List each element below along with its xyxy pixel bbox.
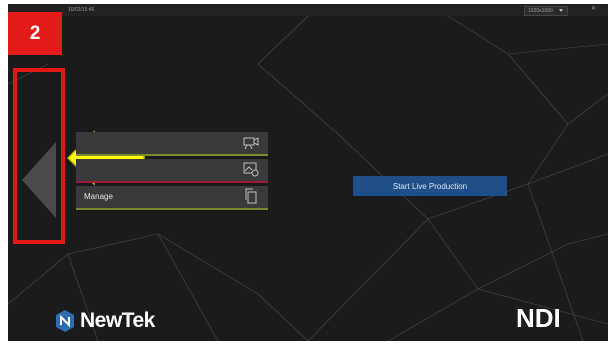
menu-item-image-settings[interactable] <box>76 159 268 183</box>
newtek-logo: NewTek <box>55 309 155 333</box>
ndi-logo: NDI <box>516 303 561 333</box>
newtek-wordmark: NewTek <box>80 309 155 332</box>
menu-item-label: Manage <box>84 192 113 201</box>
close-icon[interactable]: ✕ <box>591 5 596 12</box>
chevron-down-icon <box>559 9 563 12</box>
back-arrow-icon[interactable] <box>20 142 60 218</box>
top-bar: 10/02/15:46 1920x1080 ✕ <box>8 4 608 16</box>
datetime-label: 10/02/15:46 <box>68 7 95 13</box>
copy-icon <box>245 188 257 204</box>
resolution-value: 1920x1080 <box>528 8 553 14</box>
step-number-badge: 2 <box>8 12 62 55</box>
image-settings-icon <box>243 162 259 177</box>
resolution-select[interactable]: 1920x1080 <box>524 6 568 16</box>
menu-item-camera[interactable] <box>76 132 268 156</box>
menu-item-manage[interactable]: Manage <box>76 186 268 210</box>
start-live-production-button[interactable]: Start Live Production <box>353 176 507 196</box>
newtek-logo-icon <box>56 310 74 332</box>
camera-icon <box>243 137 259 150</box>
app-screen: 10/02/15:46 1920x1080 ✕ 2 Manage Start L… <box>8 4 608 341</box>
